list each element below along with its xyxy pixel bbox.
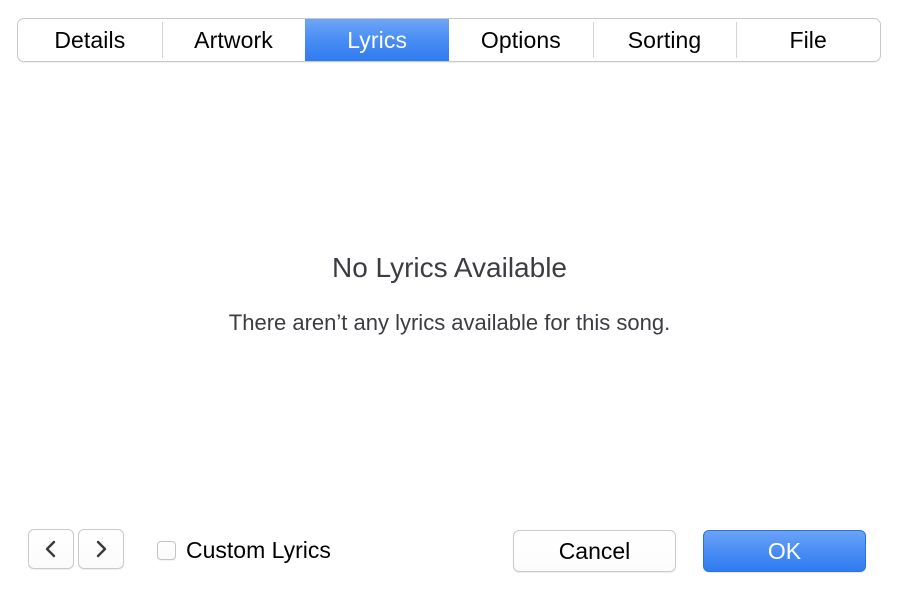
tab-label: Options — [480, 26, 561, 53]
tab-label: Details — [54, 26, 126, 53]
tab-label: Lyrics — [347, 26, 408, 53]
tab-options[interactable]: Options — [449, 19, 593, 61]
tab-artwork[interactable]: Artwork — [161, 19, 306, 61]
empty-state-message: No Lyrics Available There aren’t any lyr… — [0, 250, 899, 338]
tab-label: Sorting — [627, 26, 702, 53]
tab-sorting[interactable]: Sorting — [592, 19, 737, 61]
cancel-button[interactable]: Cancel — [513, 530, 676, 572]
custom-lyrics-checkbox[interactable] — [157, 540, 176, 560]
tab-details[interactable]: Details — [18, 19, 162, 61]
empty-state-subtitle: There aren’t any lyrics available for th… — [228, 310, 671, 335]
chevron-left-icon — [41, 538, 61, 560]
bottom-bar: Custom Lyrics Cancel OK — [0, 526, 899, 601]
previous-track-button[interactable] — [28, 529, 74, 569]
tab-lyrics[interactable]: Lyrics — [305, 19, 450, 61]
tab-bar: Details Artwork Lyrics Options Sorting F… — [17, 18, 881, 62]
custom-lyrics-row[interactable]: Custom Lyrics — [157, 537, 331, 563]
tab-label: File — [789, 26, 827, 53]
chevron-right-icon — [91, 538, 111, 560]
empty-state-title: No Lyrics Available — [331, 252, 567, 283]
cancel-button-label: Cancel — [558, 537, 631, 564]
ok-button[interactable]: OK — [703, 530, 866, 572]
navigation-button-group — [28, 529, 124, 569]
custom-lyrics-label: Custom Lyrics — [186, 537, 331, 563]
ok-button-label: OK — [767, 537, 802, 564]
tab-label: Artwork — [194, 26, 273, 53]
dialog-action-buttons: Cancel OK — [513, 530, 866, 572]
tab-file[interactable]: File — [736, 19, 880, 61]
next-track-button[interactable] — [78, 529, 124, 569]
